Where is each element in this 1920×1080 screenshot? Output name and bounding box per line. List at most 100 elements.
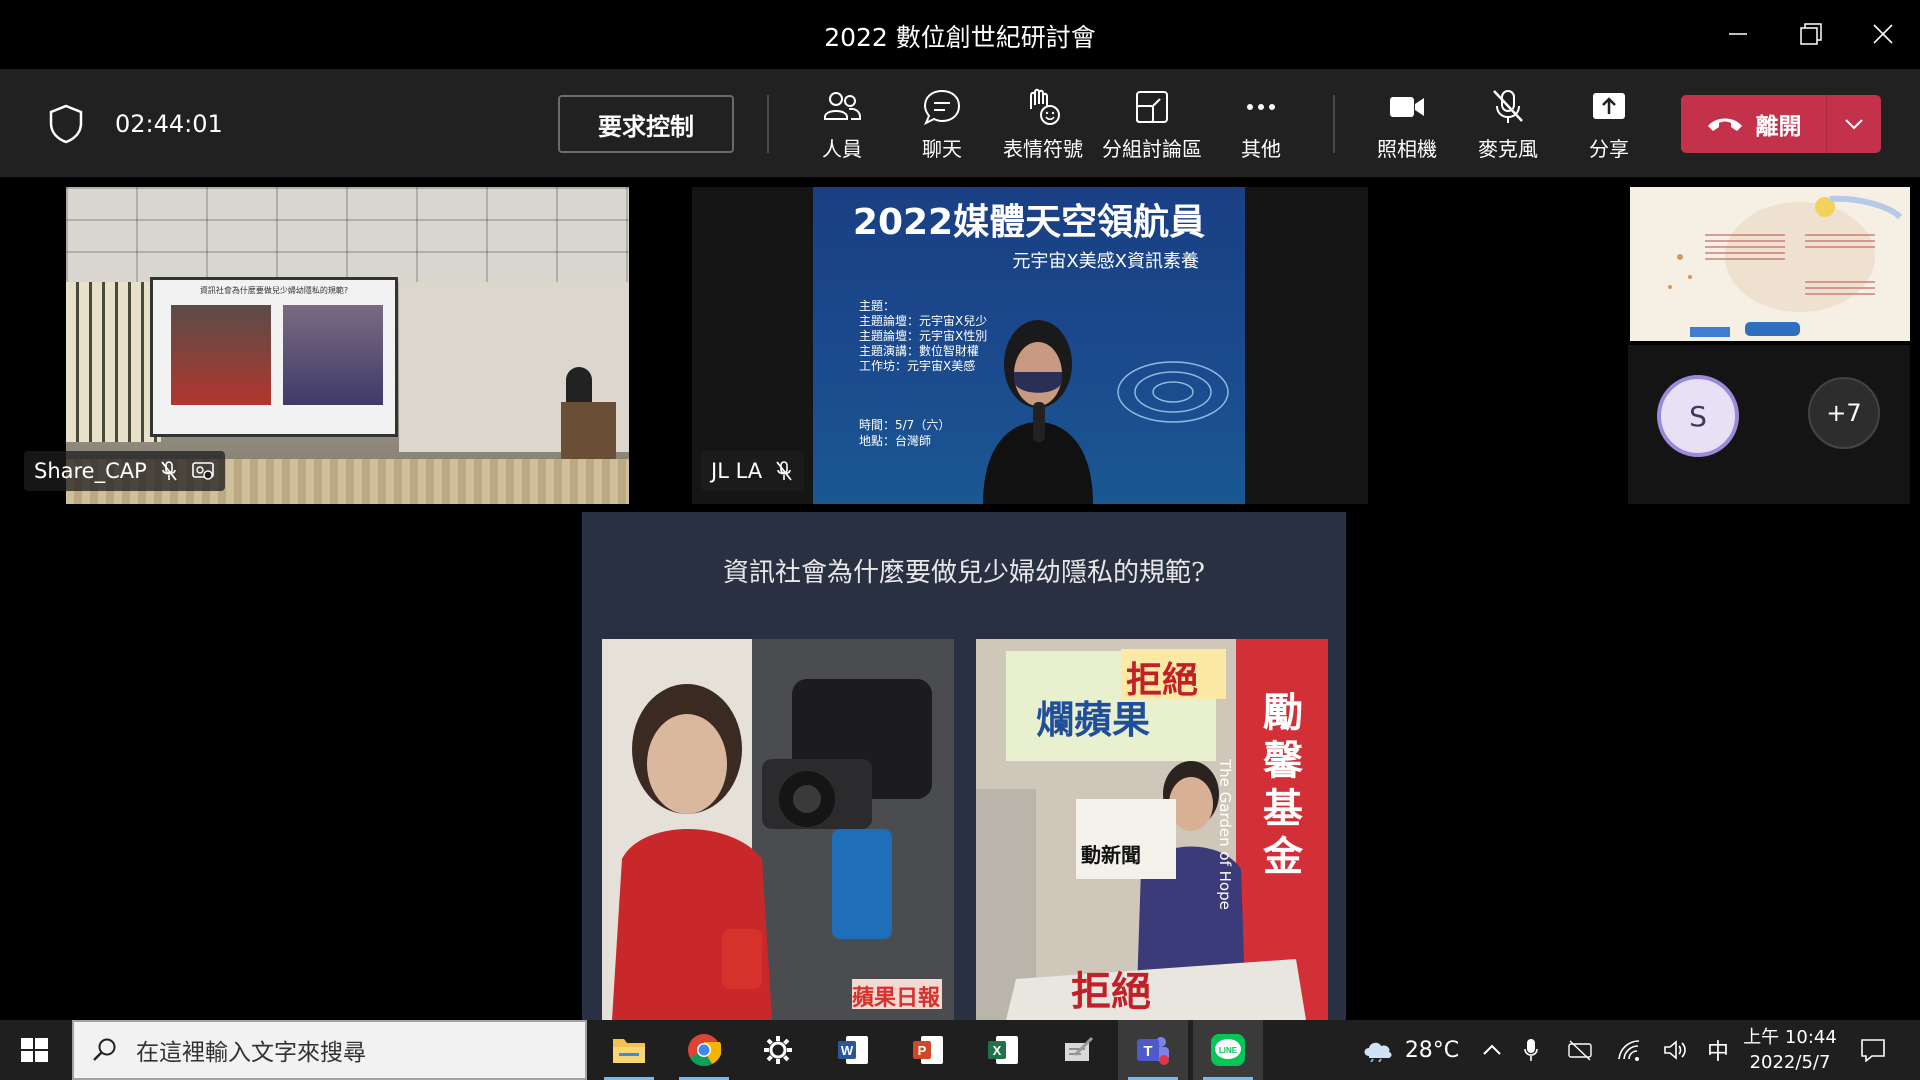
slide-agenda-line: 主題演講：數位智財權 [859,344,980,358]
notification-icon [1860,1039,1885,1062]
restore-button[interactable] [1783,10,1839,58]
people-button[interactable]: 人員 [787,87,897,167]
show-hidden-icons-button[interactable] [1472,1020,1512,1080]
camera-button[interactable]: 照相機 [1352,87,1462,167]
powerpoint-taskbar-button[interactable]: P [893,1020,963,1080]
windows-start-icon[interactable] [15,1032,55,1068]
line-app-icon: LINE [1211,1034,1245,1066]
raise-hand-emoji-icon [1030,88,1060,125]
teams-icon: T [1137,1037,1169,1065]
line-taskbar-button[interactable]: LINE [1193,1020,1263,1080]
video-tile-jl-la[interactable]: 2022媒體天空領航員 元宇宙X美感X資訊素養 主題： 主題論壇：元宇宙X兒少 … [692,187,1368,504]
restore-icon [1800,23,1822,45]
chrome-taskbar-button[interactable] [669,1020,739,1080]
podium [561,402,616,462]
more-participants-button[interactable]: +7 [1808,377,1880,449]
word-icon: W [838,1036,868,1064]
wall-banner [66,282,161,442]
leave-options-dropdown[interactable] [1827,95,1881,153]
search-placeholder: 在這裡輸入文字來搜尋 [136,1040,366,1066]
share-label: 分享 [1589,137,1629,161]
protest-sign-text: 爛蘋果 [1036,698,1151,742]
toolbar-divider [767,95,769,153]
share-button[interactable]: 分享 [1554,87,1664,167]
photo-child-with-reporters: 蘋果日報 [602,639,954,1020]
leave-label: 離開 [1755,114,1802,140]
shared-screen-stage: 資訊社會為什麼要做兒少婦幼隱私的規範? 蘋果日報 拒絕 爛蘋果 動新聞 The … [9,512,1911,1020]
taskbar-search-box[interactable]: 在這裡輸入文字來搜尋 [72,1020,587,1080]
tray-volume-button[interactable] [1658,1020,1694,1080]
screen-share-icon [191,462,214,480]
chat-button[interactable]: 聊天 [887,87,997,167]
chat-icon [923,89,961,126]
toolbar-divider [1333,95,1335,153]
close-button[interactable] [1855,10,1911,58]
tray-network-button[interactable] [1612,1020,1648,1080]
breakout-rooms-icon [1136,91,1168,123]
shield-icon[interactable] [48,104,84,144]
input-method-indicator[interactable]: 中 [1702,1020,1734,1080]
request-control-button[interactable]: 要求控制 [558,95,734,153]
word-taskbar-button[interactable]: W [818,1020,888,1080]
shared-slide: 資訊社會為什麼要做兒少婦幼隱私的規範? 蘋果日報 拒絕 爛蘋果 動新聞 The … [582,512,1346,1020]
meeting-toolbar: 02:44:01 要求控制 人員 聊天 表情符號 分組討論區 其他 照相機 麥克… [0,69,1920,177]
taskbar-clock[interactable]: 上午 10:44 2022/5/7 [1735,1025,1845,1075]
more-options-button[interactable]: 其他 [1206,87,1316,167]
tray-microphone-button[interactable] [1515,1020,1547,1080]
clock-time: 上午 10:44 [1743,1027,1837,1048]
leave-button[interactable]: 離開 [1681,95,1826,153]
banner-chinese-text: 勵馨基金 [1263,690,1303,880]
action-center-button[interactable] [1850,1020,1895,1080]
meeting-timer: 02:44:01 [115,110,223,138]
breakout-rooms-button[interactable]: 分組討論區 [1097,87,1207,167]
people-icon [824,92,861,120]
powerpoint-icon: P [913,1036,943,1064]
microphone-muted-icon [161,461,177,481]
settings-taskbar-button[interactable] [743,1020,813,1080]
breakout-rooms-label: 分組討論區 [1102,137,1202,161]
slide-schedule: 時間：5/7（六） 地點：台灣師 [859,417,950,449]
excel-icon: X [988,1036,1018,1064]
teams-taskbar-button[interactable]: T [1118,1020,1188,1080]
ceiling-grid [66,187,629,282]
slide-question: 資訊社會為什麼要做兒少婦幼隱私的規範? [723,558,1205,588]
participant-avatar[interactable]: S [1657,375,1739,457]
microphone-muted-icon [776,461,792,481]
video-tile-share-cap[interactable]: 資訊社會為什麼要做兒少婦幼隱私的規範? Share_CAP [9,187,685,504]
protest-sign-text: 動新聞 [1081,843,1141,867]
svg-text:T: T [1143,1043,1152,1060]
presenter-figure [983,320,1093,504]
microphone-button[interactable]: 麥克風 [1453,87,1563,167]
chevron-up-icon [1483,1044,1501,1055]
shared-content-thumbnail[interactable] [1630,187,1910,341]
hang-up-phone-icon [1707,118,1742,131]
weather-widget[interactable]: 28°C [1345,1020,1475,1080]
notes-taskbar-button[interactable] [1043,1020,1113,1080]
window-title: 2022 數位創世紀研討會 [824,23,1096,52]
slide-agenda-line: 主題論壇：元宇宙X兒少 [859,314,988,328]
tray-input-keyboard-button[interactable] [1562,1020,1598,1080]
microphone-icon [1524,1039,1538,1061]
presenter-video-feed: 2022媒體天空領航員 元宇宙X美感X資訊素養 主題： 主題論壇：元宇宙X兒少 … [813,187,1245,504]
folder-icon [613,1039,645,1063]
participant-name: JL LA [711,459,763,483]
microphone-label: 麥克風 [1478,137,1538,161]
ellipsis-icon [1247,104,1275,110]
svg-text:P: P [918,1043,927,1058]
windows-taskbar: 在這裡輸入文字來搜尋 W P X T LINE 28°C 中 上午 10:44 … [0,1020,1920,1080]
participant-name: Share_CAP [34,459,147,483]
minimize-button[interactable] [1710,10,1766,58]
participant-name-tag: Share_CAP [24,451,225,491]
wifi-icon [1618,1040,1640,1061]
clock-date: 2022/5/7 [1749,1052,1831,1073]
pen-notepad-icon [1065,1036,1094,1061]
slide-agenda-line: 主題論壇：元宇宙X性別 [859,329,988,343]
people-label: 人員 [822,137,862,161]
reactions-button[interactable]: 表情符號 [988,87,1098,167]
projector-screen-text: 資訊社會為什麼要做兒少婦幼隱私的規範? [199,286,349,295]
chrome-icon [688,1034,721,1067]
speaker-figure [566,367,592,407]
participant-name-tag: JL LA [701,451,805,491]
excel-taskbar-button[interactable]: X [968,1020,1038,1080]
file-explorer-taskbar-button[interactable] [594,1020,664,1080]
